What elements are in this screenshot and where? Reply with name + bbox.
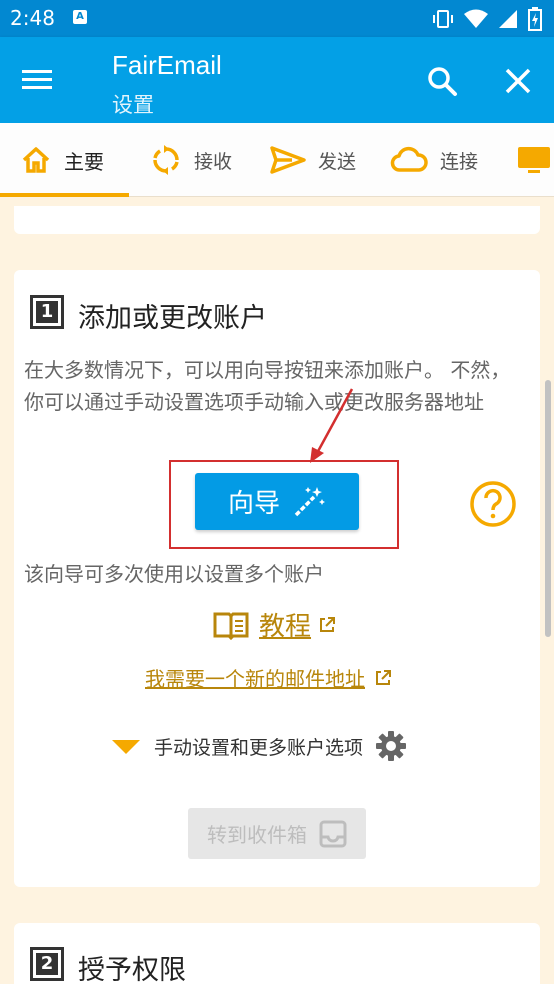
gear-icon — [376, 731, 407, 761]
status-time: 2:48 — [10, 6, 55, 30]
system-icons — [432, 7, 542, 31]
book-icon — [213, 612, 249, 640]
step-2-card: 2 授予权限 — [14, 923, 540, 984]
vibrate-icon — [433, 10, 453, 28]
step-1-icon: 1 — [30, 295, 64, 329]
help-icon[interactable] — [469, 480, 517, 528]
tutorial-link[interactable]: 教程 — [213, 606, 336, 643]
search-icon[interactable] — [424, 63, 460, 99]
app-bar: FairEmail 设置 — [0, 37, 554, 123]
cloud-icon — [390, 146, 428, 172]
wifi-icon — [464, 9, 488, 28]
tab-display[interactable] — [516, 123, 552, 197]
tutorial-label: 教程 — [259, 612, 312, 642]
battery-icon — [528, 7, 542, 31]
tab-label: 主要 — [64, 149, 104, 174]
tab-label: 连接 — [440, 150, 479, 173]
inbox-icon — [319, 820, 347, 847]
step-1-title: 添加或更改账户 — [78, 303, 267, 334]
step-2-title: 授予权限 — [78, 955, 186, 984]
external-link-icon — [376, 669, 391, 685]
tab-send[interactable]: 发送 — [270, 123, 356, 197]
manual-setup-label: 手动设置和更多账户选项 — [154, 736, 364, 759]
step-1-card: 1 添加或更改账户 在大多数情况下，可以用向导按钮来添加账户。 不然，你可以通过… — [14, 270, 540, 887]
wizard-button[interactable]: 向导 — [195, 473, 359, 530]
previous-card — [14, 206, 540, 234]
scrollbar[interactable] — [545, 380, 551, 637]
tab-main[interactable]: 主要 — [20, 123, 104, 197]
external-link-icon — [320, 616, 336, 632]
new-address-label: 我需要一个新的邮件地址 — [145, 667, 365, 691]
step-2-icon: 2 — [30, 947, 64, 981]
manual-setup-toggle[interactable]: 手动设置和更多账户选项 — [110, 730, 407, 762]
monitor-icon — [518, 147, 550, 173]
app-subtitle: 设置 — [112, 93, 154, 117]
signal-icon — [499, 10, 517, 28]
annotation-arrow-icon — [310, 388, 354, 463]
new-address-link[interactable]: 我需要一个新的邮件地址 — [145, 663, 391, 692]
status-bar: 2:48 A — [0, 0, 554, 37]
tab-label: 发送 — [318, 150, 357, 173]
tab-connection[interactable]: 连接 — [390, 123, 478, 197]
wizard-label: 向导 — [227, 489, 280, 519]
step-1-description: 在大多数情况下，可以用向导按钮来添加账户。 不然，你可以通过手动设置选项手动输入… — [24, 358, 511, 414]
active-tab-indicator — [0, 193, 129, 197]
notification-icon: A — [73, 10, 87, 24]
menu-icon[interactable] — [22, 65, 62, 95]
tab-label: 接收 — [194, 150, 233, 173]
magic-wand-icon — [294, 486, 325, 516]
settings-tabs: 主要 接收 发送 连接 — [0, 123, 554, 197]
inbox-label: 转到收件箱 — [207, 823, 307, 847]
close-icon[interactable] — [500, 63, 536, 99]
home-icon — [22, 147, 50, 173]
go-to-inbox-button[interactable]: 转到收件箱 — [188, 808, 366, 859]
sync-icon — [153, 145, 179, 175]
wizard-note: 该向导可多次使用以设置多个账户 — [24, 562, 324, 586]
send-icon — [270, 146, 306, 174]
triangle-down-icon — [112, 740, 140, 754]
tab-receive[interactable]: 接收 — [150, 123, 232, 197]
app-title: FairEmail — [112, 50, 222, 80]
